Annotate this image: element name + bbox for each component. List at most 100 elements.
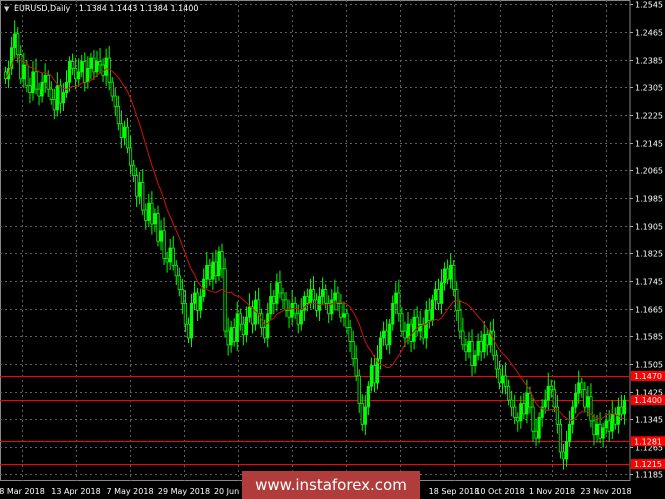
candle-body (235, 313, 239, 342)
candle-body (400, 313, 404, 332)
candle-body (196, 292, 200, 311)
candle-body (125, 126, 130, 149)
candle-body (522, 403, 526, 415)
candle-body (546, 385, 550, 401)
candle-body (232, 327, 236, 342)
candle-body (342, 313, 346, 318)
candle-body (561, 451, 566, 460)
candle-body (543, 399, 547, 408)
candle-body (360, 403, 364, 425)
candle-body (610, 413, 614, 432)
candle-body (256, 299, 261, 315)
candle-body (46, 74, 50, 90)
candle-body (351, 340, 355, 360)
candle-body (135, 175, 139, 197)
candle-body (186, 323, 191, 339)
candle-body (86, 68, 90, 83)
candle-body (421, 323, 425, 339)
x-tick-label: 13 Apr 2018 (51, 487, 100, 496)
candle-body (55, 85, 59, 111)
watermark-banner[interactable]: www.instaforex.com (242, 471, 420, 499)
x-tick-label: 7 May 2018 (106, 487, 153, 496)
candle-body (397, 292, 401, 315)
candle-body (168, 247, 172, 263)
candle-body (31, 71, 35, 94)
candle-body (183, 302, 188, 325)
candle-body (516, 417, 520, 422)
price-box-label: 1.1470 (634, 372, 662, 381)
candle-body (244, 316, 248, 335)
candle-body (43, 74, 47, 83)
candle-body (28, 85, 32, 94)
candle-body (491, 330, 495, 356)
candle-body (278, 282, 282, 294)
candle-body (13, 33, 17, 49)
y-tick-label: 1.2065 (635, 167, 663, 176)
candle-body (607, 420, 611, 432)
candle-body (580, 382, 584, 391)
symbol-label: EURUSD,Daily (13, 4, 71, 13)
candle-body (314, 299, 319, 311)
candle-body (458, 309, 462, 332)
candle-body (317, 296, 322, 311)
candle-body (290, 302, 294, 318)
candle-body (199, 296, 203, 311)
candle-body (113, 95, 117, 107)
candle-body (263, 327, 267, 339)
candle-body (613, 413, 617, 425)
candle-body (144, 209, 148, 221)
candle-body (433, 289, 438, 301)
candle-body (52, 99, 56, 111)
candle-body (25, 64, 29, 87)
candle-body (574, 392, 578, 408)
candle-body (287, 309, 291, 318)
chart-info-header: ▼ EURUSD,Daily 1.1384 1.1443 1.1384 1.14… (4, 4, 198, 13)
y-tick-label: 1.1665 (635, 306, 663, 315)
candle-body (128, 147, 133, 166)
y-tick-label: 1.1985 (635, 195, 663, 204)
candle-body (339, 302, 343, 318)
candle-body (159, 230, 163, 242)
candle-body (192, 292, 197, 304)
candle-body (77, 71, 81, 80)
candle-body (247, 306, 252, 318)
y-tick-label: 1.2545 (635, 1, 663, 10)
candle-body (485, 334, 489, 346)
candle-body (534, 430, 538, 439)
candle-body (119, 123, 123, 138)
candle-body (214, 261, 218, 277)
candle-body (583, 389, 587, 408)
candle-body (138, 182, 142, 197)
candle-body (324, 289, 328, 304)
ohlc-values: 1.1384 1.1443 1.1384 1.1400 (78, 4, 199, 13)
candle-body (19, 54, 23, 80)
candle-body (153, 213, 157, 225)
candle-body (394, 292, 398, 304)
candle-body (406, 323, 410, 339)
price-box-label: 1.1281 (634, 437, 662, 446)
y-tick-label: 1.2385 (635, 57, 663, 66)
candle-body (296, 313, 300, 325)
candle-body (177, 275, 181, 290)
candle-body (61, 92, 66, 104)
candle-body (412, 316, 416, 342)
candle-body (321, 289, 325, 297)
candle-body (305, 296, 309, 304)
candle-body (116, 106, 120, 125)
candle-body (150, 202, 154, 225)
candle-body (513, 406, 517, 418)
y-tick-label: 1.2305 (635, 84, 663, 93)
candle-body (567, 423, 572, 443)
candle-body (330, 299, 334, 315)
candle-body (528, 392, 532, 408)
candle-body (348, 327, 352, 342)
candle-body (223, 268, 227, 332)
candle-body (604, 420, 608, 429)
candle-body (409, 323, 413, 342)
candle-body (147, 202, 151, 221)
candle-body (272, 296, 276, 304)
candle-body (589, 396, 593, 422)
candle-body (241, 323, 245, 335)
candle-body (382, 330, 386, 339)
dropdown-triangle-icon[interactable]: ▼ (4, 5, 9, 13)
